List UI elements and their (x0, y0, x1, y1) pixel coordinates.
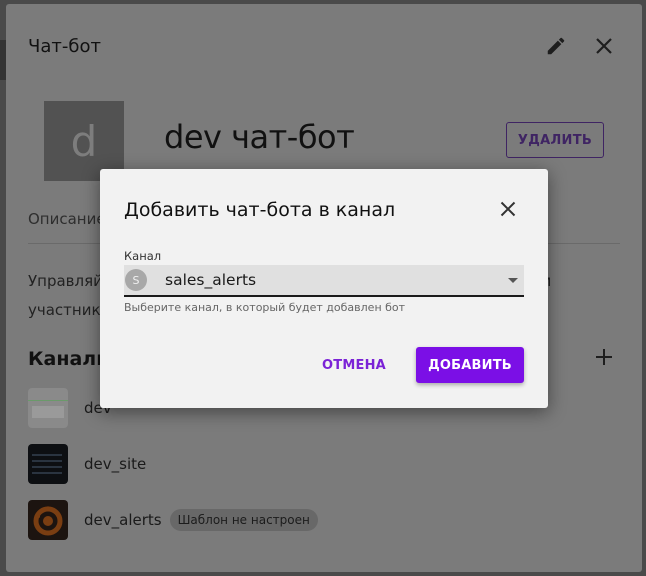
channel-field-label: Канал (124, 249, 162, 263)
description-text-line1: Управляй (28, 272, 103, 290)
dropdown-arrow-icon (508, 278, 518, 283)
status-badge: Шаблон не настроен (169, 509, 318, 531)
channel-item-dev-alerts[interactable]: dev_alerts Шаблон не настроен (28, 500, 318, 540)
channel-avatar (28, 444, 68, 484)
add-bot-to-channel-dialog: Добавить чат-бота в канал Канал S sales_… (100, 169, 548, 408)
dialog-title: Добавить чат-бота в канал (124, 199, 396, 221)
bot-name: dev чат-бот (164, 118, 355, 156)
tab-description[interactable]: Описание (28, 210, 106, 228)
description-text-line2: участника (28, 301, 110, 319)
delete-button[interactable]: УДАЛИТЬ (506, 122, 604, 158)
channel-avatar (28, 500, 68, 540)
grafana-logo-icon (33, 506, 63, 536)
close-panel-button[interactable] (590, 32, 618, 60)
cancel-button[interactable]: ОТМЕНА (316, 347, 392, 383)
selected-channel-value: sales_alerts (165, 271, 257, 289)
channel-avatar: S (125, 269, 147, 291)
channel-select[interactable]: S sales_alerts (124, 265, 524, 297)
close-icon (500, 201, 516, 217)
edit-icon (547, 37, 565, 55)
channel-name: dev_alerts (84, 511, 162, 529)
channel-avatar (28, 388, 68, 428)
close-icon (596, 38, 612, 54)
plus-icon (596, 349, 612, 365)
channel-name: dev_site (84, 455, 147, 473)
panel-title: Чат-бот (28, 36, 101, 57)
add-channel-button[interactable] (590, 343, 618, 371)
close-dialog-button[interactable] (494, 195, 522, 223)
channel-helper-text: Выберите канал, в который будет добавлен… (124, 301, 406, 314)
add-button[interactable]: ДОБАВИТЬ (416, 347, 524, 383)
edit-button[interactable] (542, 32, 570, 60)
channel-item-dev-site[interactable]: dev_site (28, 444, 146, 484)
